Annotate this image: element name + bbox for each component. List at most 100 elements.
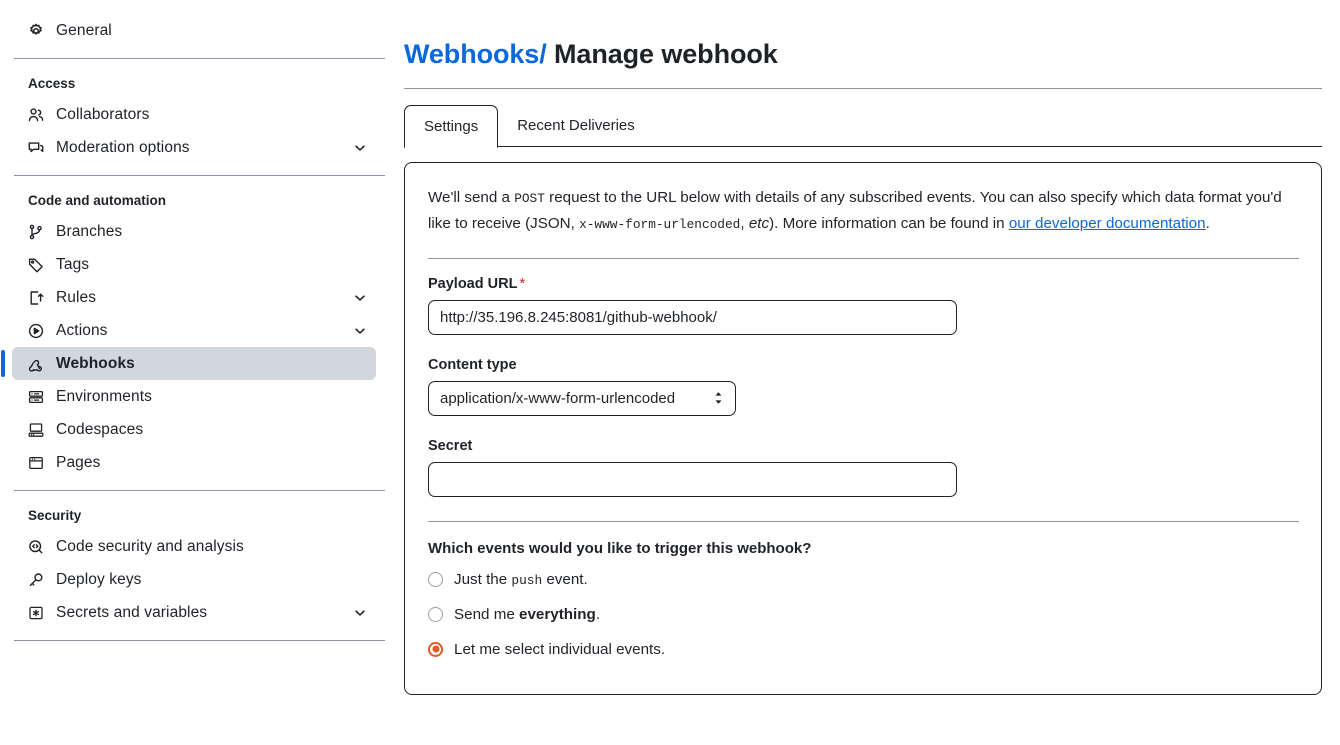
radio-individual-events[interactable] [428,641,443,657]
payload-url-input[interactable] [428,299,957,335]
content-type-label: Content type [428,356,517,373]
card-divider-2 [428,520,1299,522]
sidebar-item-webhooks[interactable]: Webhooks [1,347,376,380]
page-title: Manage webhook [554,39,778,70]
chevron-down-icon[interactable] [352,290,368,306]
card-divider-1 [428,257,1299,259]
tab-recent-deliveries[interactable]: Recent Deliveries [498,105,654,147]
intro-text-4: ). More information can be found in [769,214,1009,232]
radio-send-everything-label: Send me everything. [454,606,600,623]
radio-send-everything-bold: everything [519,605,596,623]
sidebar-item-moderation-options[interactable]: Moderation options [12,131,376,164]
git-branch-icon [28,224,44,240]
settings-page: General Access Collaborators Moderation … [0,0,1340,745]
chevron-down-icon[interactable] [352,140,368,156]
gear-icon [28,23,44,39]
sidebar-item-deploy-keys[interactable]: Deploy keys [12,563,376,596]
sidebar-divider-1 [14,58,385,59]
sidebar-item-label: General [56,21,112,39]
sidebar-item-label: Webhooks [56,354,135,372]
intro-text-3: , [740,214,749,232]
payload-url-label: Payload URL * [428,276,1299,292]
sidebar-item-rules[interactable]: Rules [12,281,376,314]
radio-individual-events-row[interactable]: Let me select individual events. [428,641,1299,658]
content-type-value: application/x-www-form-urlencoded [440,389,676,407]
sidebar-item-general[interactable]: General [12,14,376,47]
sidebar-item-pages[interactable]: Pages [12,446,376,479]
breadcrumb-separator: / [539,39,547,70]
sidebar-item-collaborators[interactable]: Collaborators [12,98,376,131]
sidebar-item-branches[interactable]: Branches [12,215,376,248]
payload-url-label-text: Payload URL [428,275,518,292]
intro-code-urlencoded: x-www-form-urlencoded [579,216,741,232]
radio-send-everything[interactable] [428,606,443,622]
comment-discussion-icon [28,140,44,156]
people-icon [28,107,44,123]
chevron-down-icon[interactable] [352,323,368,339]
sidebar-item-label: Tags [56,255,90,273]
sidebar-divider-3 [14,490,385,491]
webhook-description: We'll send a POST request to the URL bel… [428,185,1298,237]
secret-input[interactable] [428,461,957,497]
sidebar-item-label: Codespaces [56,420,144,438]
radio-send-everything-suffix: . [595,605,601,623]
sidebar-item-actions[interactable]: Actions [12,314,376,347]
sidebar-item-label: Rules [56,288,97,306]
content-type-select-wrapper[interactable]: application/x-www-form-urlencoded [428,380,736,416]
breadcrumb: Webhooks/ Manage webhook [404,18,1340,70]
header-divider [404,87,1322,89]
code-scan-icon [28,539,44,555]
tab-bar: Settings Recent Deliveries [404,104,1322,148]
radio-send-everything-prefix: Send me [454,605,520,623]
sidebar-item-label: Environments [56,387,152,405]
sidebar-divider-4 [14,640,385,641]
tab-settings[interactable]: Settings [404,104,499,148]
sidebar-section-heading-code-and-automation: Code and automation [28,192,166,208]
sidebar-item-secrets-and-variables[interactable]: Secrets and variables [12,596,376,629]
required-asterisk: * [519,275,526,292]
sidebar-item-label: Moderation options [56,138,190,156]
radio-send-everything-row[interactable]: Send me everything. [428,606,1299,623]
radio-individual-events-label: Let me select individual events. [454,640,666,658]
radio-just-push-suffix: event. [542,570,588,588]
codespaces-icon [28,422,44,438]
sidebar-section-heading-security: Security [28,507,82,523]
intro-text-1: We'll send a [428,188,515,206]
tag-icon [28,257,44,273]
radio-just-push-label: Just the push event. [454,571,588,588]
repository-settings-sidebar: General Access Collaborators Moderation … [0,0,386,745]
webhook-icon [28,356,44,372]
sidebar-item-label: Pages [56,453,101,471]
radio-just-push-row[interactable]: Just the push event. [428,571,1299,588]
rules-icon [28,290,44,306]
asterisk-box-icon [28,605,44,621]
intro-code-post: POST [514,190,545,206]
sidebar-item-label: Branches [56,222,123,240]
selected-indicator-bar [1,350,5,377]
sidebar-divider-2 [14,175,385,176]
sidebar-section-heading-access: Access [28,75,76,91]
breadcrumb-link-webhooks[interactable]: Webhooks [404,39,539,69]
developer-documentation-link[interactable]: our developer documentation [1009,215,1206,232]
radio-just-push-prefix: Just the [454,570,512,588]
intro-text-5: . [1205,214,1210,232]
sidebar-item-environments[interactable]: Environments [12,380,376,413]
sidebar-item-tags[interactable]: Tags [12,248,376,281]
chevron-down-icon[interactable] [352,605,368,621]
sidebar-item-label: Code security and analysis [56,537,244,555]
sidebar-item-label: Secrets and variables [56,603,208,621]
chevron-updown-icon [713,390,724,406]
sidebar-item-code-security-and-analysis[interactable]: Code security and analysis [12,530,376,563]
content-type-select[interactable]: application/x-www-form-urlencoded [428,380,736,416]
key-icon [28,572,44,588]
webhook-settings-card: We'll send a POST request to the URL bel… [404,161,1322,695]
radio-just-push[interactable] [428,571,443,587]
server-icon [28,389,44,405]
main-content: Webhooks/ Manage webhook Settings Recent… [386,0,1340,745]
sidebar-item-label: Collaborators [56,105,150,123]
sidebar-item-codespaces[interactable]: Codespaces [12,413,376,446]
intro-em-etc: etc [748,214,770,232]
radio-just-push-code: push [511,572,543,588]
secret-label: Secret [428,437,473,454]
sidebar-item-label: Actions [56,321,108,339]
